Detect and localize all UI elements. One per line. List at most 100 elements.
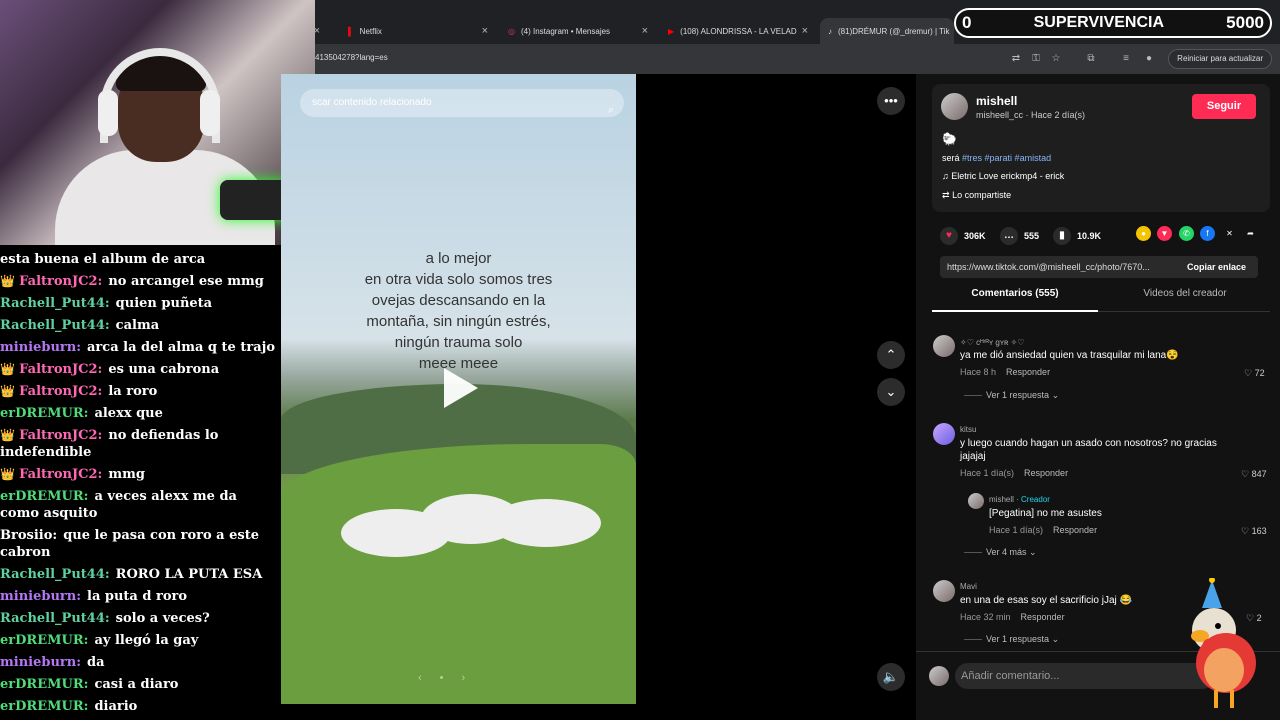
previous-video-button[interactable]: ⌃: [877, 341, 905, 369]
chat-username[interactable]: erDREMUR:: [0, 677, 88, 692]
close-icon[interactable]: ×: [482, 25, 488, 37]
chat-username[interactable]: Rachell_Put44:: [0, 296, 110, 311]
headphone-left: [98, 90, 118, 136]
chat-username[interactable]: erDREMUR:: [0, 406, 88, 421]
chat-username[interactable]: Rachell_Put44:: [0, 318, 110, 333]
commenter-avatar[interactable]: [933, 423, 955, 445]
star-icon[interactable]: ☆: [1050, 53, 1062, 65]
more-options-icon[interactable]: •••: [877, 87, 905, 115]
translate-icon[interactable]: ⇄: [1010, 53, 1022, 65]
share-arrow-icon[interactable]: ➦: [1243, 226, 1258, 241]
comment-icon[interactable]: …: [1000, 227, 1018, 245]
headphone-right: [200, 90, 220, 136]
whatsapp-icon[interactable]: ✆: [1179, 226, 1194, 241]
bookmark-icon[interactable]: ▮: [1053, 227, 1071, 245]
post-link[interactable]: https://www.tiktok.com/@misheell_cc/phot…: [947, 262, 1179, 272]
instagram-icon: ◎: [508, 26, 515, 36]
facebook-icon[interactable]: f: [1200, 226, 1215, 241]
coin-share-icon[interactable]: ●: [1136, 226, 1151, 241]
view-replies-button[interactable]: Ver 1 respuesta: [986, 390, 1049, 400]
commenter-avatar[interactable]: [933, 335, 955, 357]
volume-icon[interactable]: 🔈: [877, 663, 905, 691]
x-icon[interactable]: ✕: [1222, 226, 1237, 241]
chat-message: minieburn: la puta d roro: [0, 586, 282, 608]
copy-link-button[interactable]: Copiar enlace: [1187, 262, 1246, 272]
chat-username[interactable]: minieburn:: [0, 589, 81, 604]
tab-comments[interactable]: Comentarios (555): [932, 288, 1098, 312]
author-name[interactable]: mishell: [976, 94, 1017, 108]
chat-username[interactable]: minieburn:: [0, 340, 81, 355]
comment-author[interactable]: Mavi: [960, 582, 977, 591]
close-icon[interactable]: ×: [642, 25, 648, 37]
chat-username[interactable]: FaltronJC2:: [19, 384, 102, 399]
view-more-replies-button[interactable]: Ver 4 más: [986, 547, 1027, 557]
author-avatar[interactable]: [941, 93, 968, 120]
url-text[interactable]: 413504278?lang=es: [315, 53, 388, 62]
chat-username[interactable]: Rachell_Put44:: [0, 567, 110, 582]
heart-icon[interactable]: ♥: [940, 227, 958, 245]
comment-time: Hace 8 h: [960, 367, 997, 377]
heart-outline-icon[interactable]: ♡: [1241, 526, 1249, 536]
commenter-avatar[interactable]: [933, 580, 955, 602]
view-replies-button[interactable]: Ver 1 respuesta: [986, 634, 1049, 644]
chat-username[interactable]: Rachell_Put44:: [0, 611, 110, 626]
chat-username[interactable]: erDREMUR:: [0, 699, 88, 714]
save-count: 10.9K: [1077, 231, 1102, 241]
reply-avatar[interactable]: [968, 493, 984, 509]
send-share-icon[interactable]: ▼: [1157, 226, 1172, 241]
webcam-feed: [0, 0, 315, 245]
comment-stat[interactable]: … 555: [1000, 227, 1039, 245]
chat-username[interactable]: FaltronJC2:: [19, 467, 102, 482]
comment-count: 555: [1024, 231, 1040, 241]
heart-outline-icon[interactable]: ♡: [1241, 469, 1249, 479]
search-icon[interactable]: ⌕: [608, 96, 614, 117]
reply-button[interactable]: Responder: [1024, 468, 1068, 478]
play-icon[interactable]: [444, 368, 478, 408]
heart-outline-icon[interactable]: ♡: [1244, 368, 1252, 378]
chat-username[interactable]: erDREMUR:: [0, 633, 88, 648]
chat-username[interactable]: FaltronJC2:: [19, 362, 102, 377]
chevron-down-icon: ⌄: [1029, 547, 1037, 557]
extensions-icon[interactable]: ⧉: [1085, 53, 1097, 65]
menu-lines-icon[interactable]: ≡: [1120, 53, 1132, 65]
repost-icon: ⇄: [942, 190, 950, 200]
follow-button[interactable]: Seguir: [1192, 94, 1256, 119]
chat-username[interactable]: Brosiio:: [0, 528, 57, 543]
related-search-bar[interactable]: scar contenido relacionado ⌕: [300, 89, 624, 117]
reply-author[interactable]: mishell: [989, 495, 1014, 504]
post-hashtags[interactable]: #tres #parati #amistad: [962, 153, 1051, 163]
profile-icon[interactable]: ●: [1143, 53, 1155, 65]
chat-message: Rachell_Put44: quien puñeta: [0, 293, 282, 315]
tab-netflix[interactable]: ▌ Netflix ×: [340, 18, 498, 44]
chat-username[interactable]: FaltronJC2:: [19, 428, 102, 443]
carousel-dots[interactable]: ‹•›: [418, 672, 483, 684]
reply-button[interactable]: Responder: [1053, 525, 1097, 535]
key-icon[interactable]: ⚿: [1030, 53, 1042, 65]
tab-youtube[interactable]: ▶ (108) ALONDRISSA - LA VELAD ×: [660, 18, 818, 44]
tiktok-icon: ♪: [828, 26, 832, 36]
next-video-button[interactable]: ⌄: [877, 378, 905, 406]
comment-author[interactable]: ✧♡ cᴴʳᴿʏ gʏʀ ✧♡: [960, 338, 1024, 347]
chat-username[interactable]: FaltronJC2:: [19, 274, 102, 289]
comment-author[interactable]: kitsu: [960, 425, 976, 434]
close-icon[interactable]: ×: [802, 25, 808, 37]
reply-button[interactable]: Responder: [1021, 612, 1065, 622]
tab-creator-videos[interactable]: Videos del creador: [1102, 288, 1268, 299]
reload-update-button[interactable]: Reiniciar para actualizar: [1168, 49, 1272, 69]
tab-tiktok[interactable]: ♪ (81)DRÉMUR (@_dremur) | Tik: [820, 18, 954, 44]
my-avatar: [929, 666, 949, 686]
chat-username[interactable]: minieburn:: [0, 655, 81, 670]
tab-label: (4) Instagram • Mensajes: [520, 26, 611, 36]
like-stat[interactable]: ♥ 306K: [940, 227, 986, 245]
chat-text: esta buena el album de arca: [0, 252, 206, 267]
save-stat[interactable]: ▮ 10.9K: [1053, 227, 1101, 245]
post-music[interactable]: Eletric Love erickmp4 - erick: [951, 171, 1064, 181]
chevron-down-icon: ⌄: [1051, 390, 1060, 400]
comment-input[interactable]: Añadir comentario...: [955, 663, 1215, 689]
chat-message: Rachell_Put44: RORO LA PUTA ESA: [0, 564, 282, 586]
chat-username[interactable]: erDREMUR:: [0, 489, 88, 504]
chat-text: la puta d roro: [87, 589, 188, 604]
reply-button[interactable]: Responder: [1006, 367, 1050, 377]
tab-instagram[interactable]: ◎ (4) Instagram • Mensajes ×: [500, 18, 658, 44]
caption-line: ningún trauma solo: [394, 334, 523, 351]
